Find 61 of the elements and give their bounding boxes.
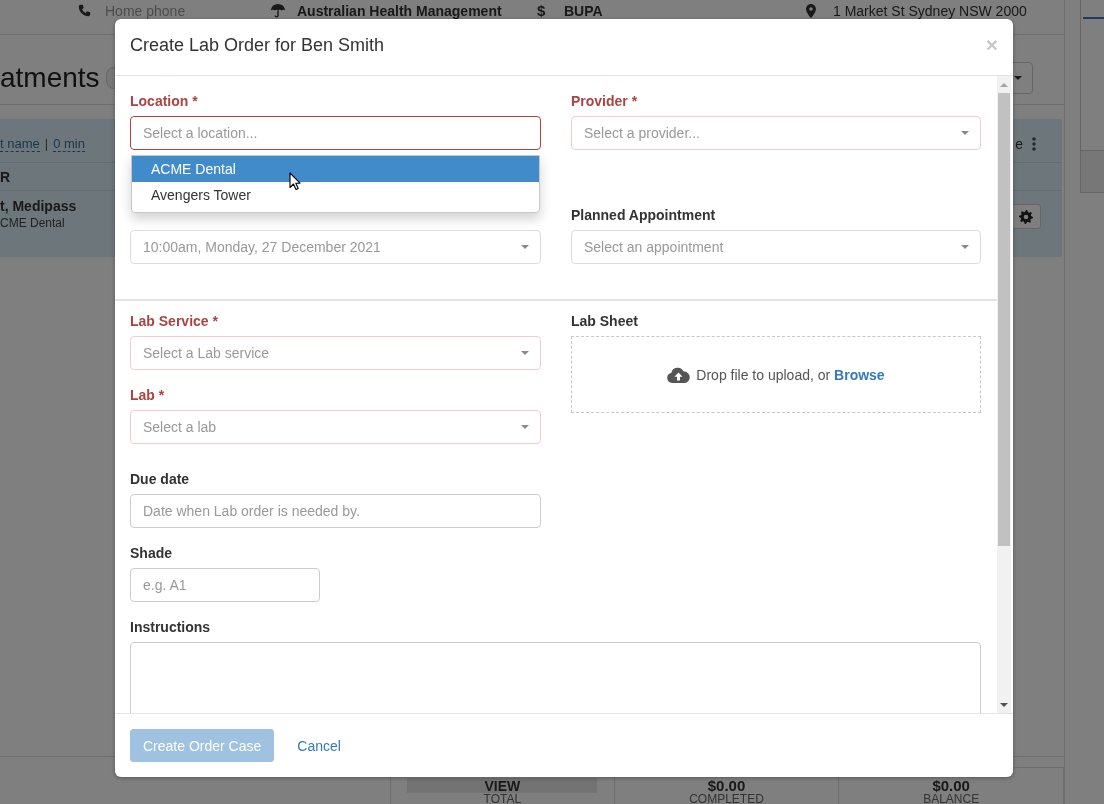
kebab-menu-icon[interactable] (1032, 136, 1036, 151)
separator-text: | (44, 136, 49, 151)
contact-text: 1 Market St Sydney NSW 2000 (833, 2, 1027, 19)
browse-link[interactable]: Browse (834, 366, 885, 383)
amount-value: $0.00 (932, 778, 970, 793)
select-field[interactable]: Select a provider... (571, 116, 981, 150)
contact-text: BUPA (564, 2, 603, 19)
select-field[interactable]: Select a Lab service (130, 336, 541, 370)
select-field[interactable]: Select an appointment (571, 230, 981, 264)
field-label: Due date (130, 470, 191, 489)
inline-edit-link[interactable]: t name (0, 135, 40, 152)
scroll-up-icon[interactable] (1000, 82, 1008, 87)
select-field[interactable]: Select a location... (130, 116, 541, 150)
cancel-link[interactable]: Cancel (284, 729, 354, 762)
view-button[interactable]: VIEW (407, 778, 598, 793)
text-input[interactable]: Date when Lab order is needed by. (130, 494, 541, 528)
modal-title: Create Lab Order for Ben Smith (130, 34, 385, 56)
select-field[interactable]: Select a lab (130, 410, 541, 444)
textarea-field[interactable] (130, 642, 981, 713)
entry-subtitle: CME Dental (0, 215, 66, 232)
map-pin-icon (806, 3, 816, 18)
dropdown-option[interactable]: ACME Dental (132, 156, 539, 182)
stat-label: COMPLETED (689, 793, 764, 804)
settings-icon (1019, 209, 1033, 224)
stat-label: TOTAL (483, 793, 522, 804)
inline-edit-link[interactable]: 0 min (53, 135, 85, 152)
scroll-down-icon[interactable] (1000, 702, 1008, 707)
settings-button[interactable] (1011, 204, 1041, 229)
umbrella-icon (270, 3, 286, 18)
close-button[interactable]: × (985, 35, 998, 55)
text-input[interactable]: e.g. A1 (130, 568, 320, 602)
caret-icon (521, 425, 529, 429)
caret-icon (961, 245, 969, 249)
file-dropzone[interactable]: Drop file to upload, or Browse (571, 336, 981, 413)
stat-label: BALANCE (923, 793, 980, 804)
field-label: Lab * (130, 386, 166, 405)
field-label: Lab Sheet (571, 312, 639, 331)
cloud-upload-icon (667, 366, 691, 383)
entry-title: t, Medipass (0, 198, 77, 214)
action-text: e (1015, 135, 1023, 152)
field-label: Location * (130, 92, 199, 111)
mouse-cursor-icon (289, 172, 301, 191)
column-header: R (0, 168, 11, 185)
page-heading: atments (0, 60, 100, 95)
field-label: Provider * (571, 92, 639, 111)
caret-icon (521, 245, 529, 249)
dollar-icon: $ (537, 2, 546, 19)
upload-prompt: Drop file to upload, or Browse (696, 366, 885, 383)
caret-icon (961, 131, 969, 135)
scrollbar[interactable] (997, 76, 1011, 713)
field-label: Planned Appointment (571, 206, 717, 225)
amount-value: $0.00 (707, 778, 746, 793)
field-label: Instructions (130, 618, 212, 637)
field-label: Shade (130, 544, 173, 563)
scrollbar-thumb[interactable] (998, 93, 1010, 546)
field-label: Lab Service * (130, 312, 219, 331)
caret-icon (1014, 75, 1022, 80)
dropdown-option[interactable]: Avengers Tower (132, 182, 539, 208)
contact-text: Australian Health Management (297, 2, 502, 19)
caret-icon (521, 351, 529, 355)
phone-icon (78, 4, 91, 17)
